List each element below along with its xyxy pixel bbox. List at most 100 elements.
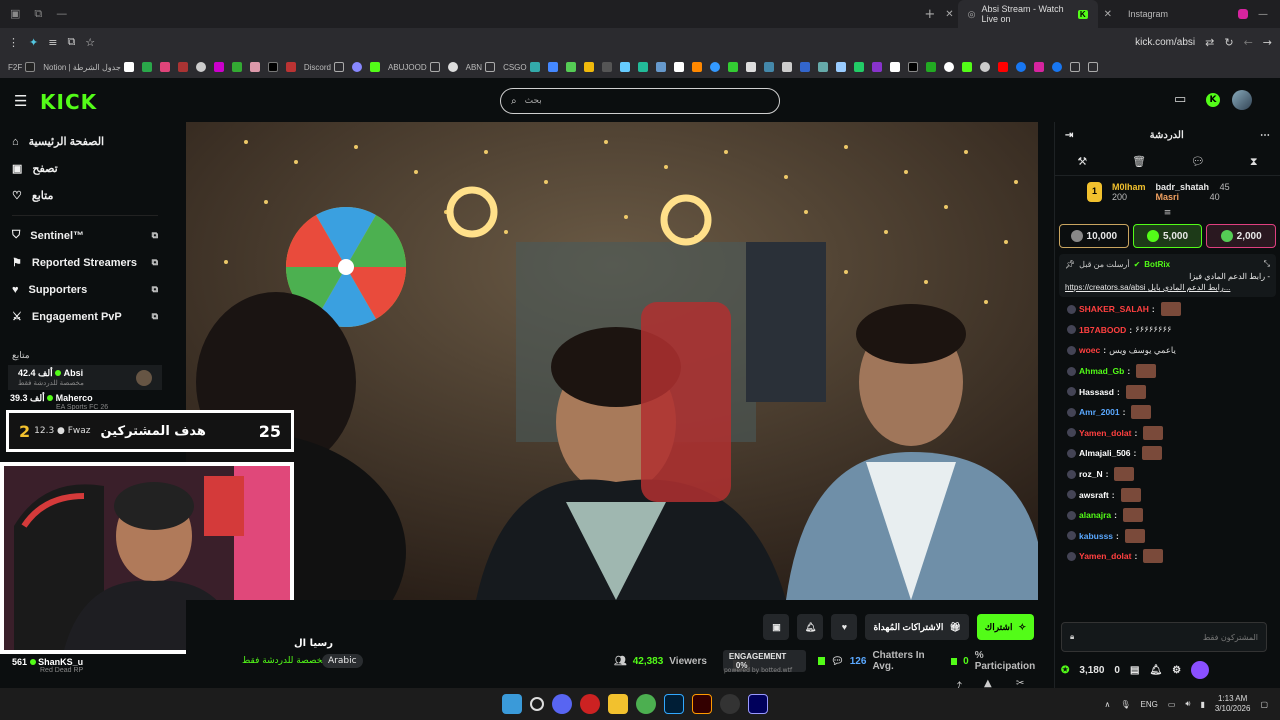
kick-icon[interactable] [369,62,380,72]
chat-username[interactable]: awsraft [1079,490,1109,500]
drops-icon[interactable]: ▤ [1130,665,1139,676]
more-icon[interactable]: ⋯ [1260,130,1270,141]
chat-username[interactable]: woec [1079,345,1100,355]
bookmark-icon[interactable] [925,62,936,72]
sidebar-item-engagement[interactable]: ⚔ Engagement PvP ⧉ [0,303,170,330]
language-tag[interactable]: Arabic [322,654,363,668]
sidebar-toggle-icon[interactable]: ▣ [10,7,20,21]
gift-tier-3[interactable]: 2,000 [1206,224,1277,248]
screenshot-button[interactable]: ▣ [763,614,790,640]
bookmark-icon[interactable] [231,62,242,72]
chat-username[interactable]: Yamen_dolat [1079,551,1131,561]
app-icon[interactable] [580,694,600,714]
bookmark-icon[interactable] [655,62,666,72]
instagram-icon[interactable] [1033,62,1044,72]
bookmark-icon[interactable] [619,62,630,72]
video-player[interactable] [186,122,1038,600]
tab-absi[interactable]: ◎ Absi Stream - Watch Live on K [957,0,1098,28]
expand-icon[interactable]: ≡ [1055,208,1280,218]
hamburger-menu-icon[interactable]: ☰ [14,92,27,110]
collapse-chat-icon[interactable]: ⇥ [1065,130,1073,141]
kick-icon[interactable] [961,62,972,72]
bookmark-icon[interactable] [691,62,702,72]
gift-tier-2[interactable]: 5,000 [1132,224,1203,248]
windows-start-icon[interactable] [502,694,522,714]
bookmark-icon[interactable] [249,62,260,72]
kick-logo[interactable]: KICK [40,90,97,114]
search-input[interactable]: ⌕ بحث [500,88,780,114]
channel-item-shanks[interactable]: 561 ShanKS_u Red Dead RP [2,654,162,677]
notification-icon[interactable]: ▢ [1260,700,1268,709]
sidebar-item-sentinel[interactable]: ⛉ Sentinel™ ⧉ [0,222,170,249]
bookmark-icon[interactable] [159,62,170,72]
bookmark-icon[interactable] [763,62,774,72]
chat-username[interactable]: SHAKER_SALAH [1079,304,1149,314]
apps-grid-icon[interactable] [1069,62,1080,72]
bell-icon[interactable]: 🔔︎ [1149,665,1162,676]
unpin-icon[interactable]: ⤡ [1264,259,1270,269]
address-bar[interactable]: kick.com/absi [1135,37,1195,48]
avatar[interactable] [1232,90,1252,110]
extension-icon[interactable]: ✦ [29,36,38,49]
bookmark-icon[interactable] [871,62,882,72]
telegram-icon[interactable] [709,62,720,72]
category-tag[interactable]: مخصصة للدردشة فقط [242,656,327,666]
close-tab-icon[interactable]: ✕ [945,9,953,20]
battery-icon[interactable]: ▮ [1200,700,1204,709]
after-effects-icon[interactable] [748,694,768,714]
bookmark-icon[interactable] [213,62,224,72]
google-icon[interactable] [943,62,954,72]
bookmark-icon[interactable] [673,62,684,72]
site-settings-icon[interactable]: ⇄ [1205,36,1214,49]
hourglass-icon[interactable]: ⧗ [1250,155,1258,169]
notifications-button[interactable]: 🔔︎ [797,614,824,640]
channel-points[interactable]: 3,180 [1079,665,1104,676]
gear-icon[interactable] [447,62,458,72]
search-icon[interactable] [530,697,544,711]
wallet-icon[interactable]: ▭ [1174,92,1186,107]
channel-item-absi[interactable]: 42.4 ألف Absi مخصصة للدردشة فقط [8,365,162,390]
bookmark-f2f[interactable]: F2F [8,62,36,72]
tiktok-icon[interactable] [267,62,278,72]
sidebar-item-following[interactable]: ♡ متابع [0,182,170,209]
sidebar-item-supporters[interactable]: ♥ Supporters ⧉ [0,276,170,303]
x-icon[interactable] [907,62,918,72]
gear-icon[interactable]: ⚙ [1172,665,1181,676]
chat-username[interactable]: 1B7ABOOD [1079,325,1126,335]
chat-input[interactable]: 🔒︎ المشتركون فقط [1061,622,1267,652]
bookmark-star-icon[interactable]: ☆ [85,36,95,49]
bookmark-icon[interactable] [177,62,188,72]
bookmark-icon[interactable] [727,62,738,72]
new-tab-button[interactable]: + [924,7,935,22]
language[interactable]: ENG [1140,700,1157,709]
illustrator-icon[interactable] [692,694,712,714]
bookmark-icon[interactable] [979,62,990,72]
sheets-icon[interactable] [141,62,152,72]
close-tab-icon[interactable]: ✕ [1104,9,1112,20]
back-icon[interactable]: ← [1244,36,1253,49]
subscribe-button[interactable]: اشتراك ✧ [976,614,1034,640]
bookmark-notion[interactable]: Notion | جدول الشرطة [43,62,134,72]
sidebar-item-home[interactable]: ⌂ الصفحة الرئيسية [0,128,170,155]
bookmark-icon[interactable] [285,62,296,72]
hammer-icon[interactable]: ⚒ [1077,155,1087,168]
menu-dots-icon[interactable]: ⋮ [8,36,19,49]
network-icon[interactable]: ▭ [1168,700,1176,709]
7tv-icon[interactable] [1191,661,1210,679]
reload-icon[interactable]: ↻ [1224,36,1233,49]
chat-username[interactable]: roz_N [1079,469,1103,479]
chat-username[interactable]: kabusss [1079,531,1113,541]
bookmark-csgo[interactable]: CSGO [503,62,540,72]
bookmark-abujood[interactable]: ABUJOOD [388,62,440,72]
minimize-icon[interactable]: — [56,7,67,21]
bookmark-icon[interactable] [745,62,756,72]
bookmark-icon[interactable] [853,62,864,72]
trash-icon[interactable]: 🗑︎ [1132,155,1146,168]
facebook-icon[interactable] [1051,62,1062,72]
gift-tier-1[interactable]: 10,000 [1059,224,1129,248]
mic-icon[interactable]: 🎙︎ [1120,700,1130,709]
bookmark-icon[interactable] [195,62,206,72]
chat-username[interactable]: Hassasd [1079,387,1114,397]
chrome-icon[interactable] [636,694,656,714]
bookmark-icon[interactable] [547,62,558,72]
